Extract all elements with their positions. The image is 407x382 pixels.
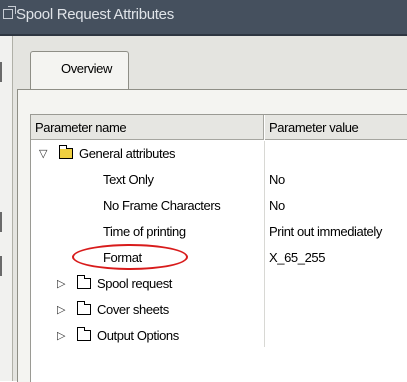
- window-titlebar: Spool Request Attributes: [0, 0, 407, 36]
- collapsed-triangle-icon[interactable]: ▷: [57, 271, 65, 297]
- attribute-row[interactable]: Time of printing Print out immediately: [31, 219, 407, 245]
- tab-overview[interactable]: Overview: [30, 51, 129, 90]
- attribute-value: Print out immediately: [269, 224, 382, 239]
- collapsed-triangle-icon[interactable]: ▷: [57, 297, 65, 323]
- left-edge-marks: [0, 36, 3, 381]
- folder-icon: [77, 301, 91, 315]
- tree-node-label: Spool request: [97, 276, 173, 291]
- tree-node-label: General attributes: [79, 146, 176, 161]
- tree-node-output-options[interactable]: ▷ Output Options: [31, 323, 407, 349]
- attribute-value: No: [269, 198, 285, 213]
- attribute-value: No: [269, 172, 285, 187]
- tree-node-label: Output Options: [97, 328, 179, 343]
- folder-icon: [77, 275, 91, 289]
- tree-node-spool-request[interactable]: ▷ Spool request: [31, 271, 407, 297]
- folder-open-icon: [59, 145, 73, 159]
- tree-node-cover-sheets[interactable]: ▷ Cover sheets: [31, 297, 407, 323]
- attribute-row[interactable]: No Frame Characters No: [31, 193, 407, 219]
- dialog-icon: [3, 9, 13, 19]
- attribute-name: Time of printing: [103, 224, 186, 239]
- attribute-name: No Frame Characters: [103, 198, 221, 213]
- column-header-parameter-name[interactable]: Parameter name: [31, 115, 264, 140]
- folder-icon: [77, 327, 91, 341]
- format-highlight-circle: [72, 244, 188, 270]
- tree-node-label: Cover sheets: [97, 302, 169, 317]
- attribute-row[interactable]: Text Only No: [31, 167, 407, 193]
- tree-node-general-attributes[interactable]: ▽ General attributes: [31, 141, 407, 167]
- tab-overview-label: Overview: [61, 61, 112, 76]
- expanded-triangle-icon[interactable]: ▽: [39, 141, 47, 167]
- attribute-value: X_65_255: [269, 250, 326, 265]
- collapsed-triangle-icon[interactable]: ▷: [57, 323, 65, 349]
- column-header-parameter-value[interactable]: Parameter value: [265, 115, 407, 140]
- attribute-name: Text Only: [103, 172, 154, 187]
- window-title: Spool Request Attributes: [16, 6, 174, 23]
